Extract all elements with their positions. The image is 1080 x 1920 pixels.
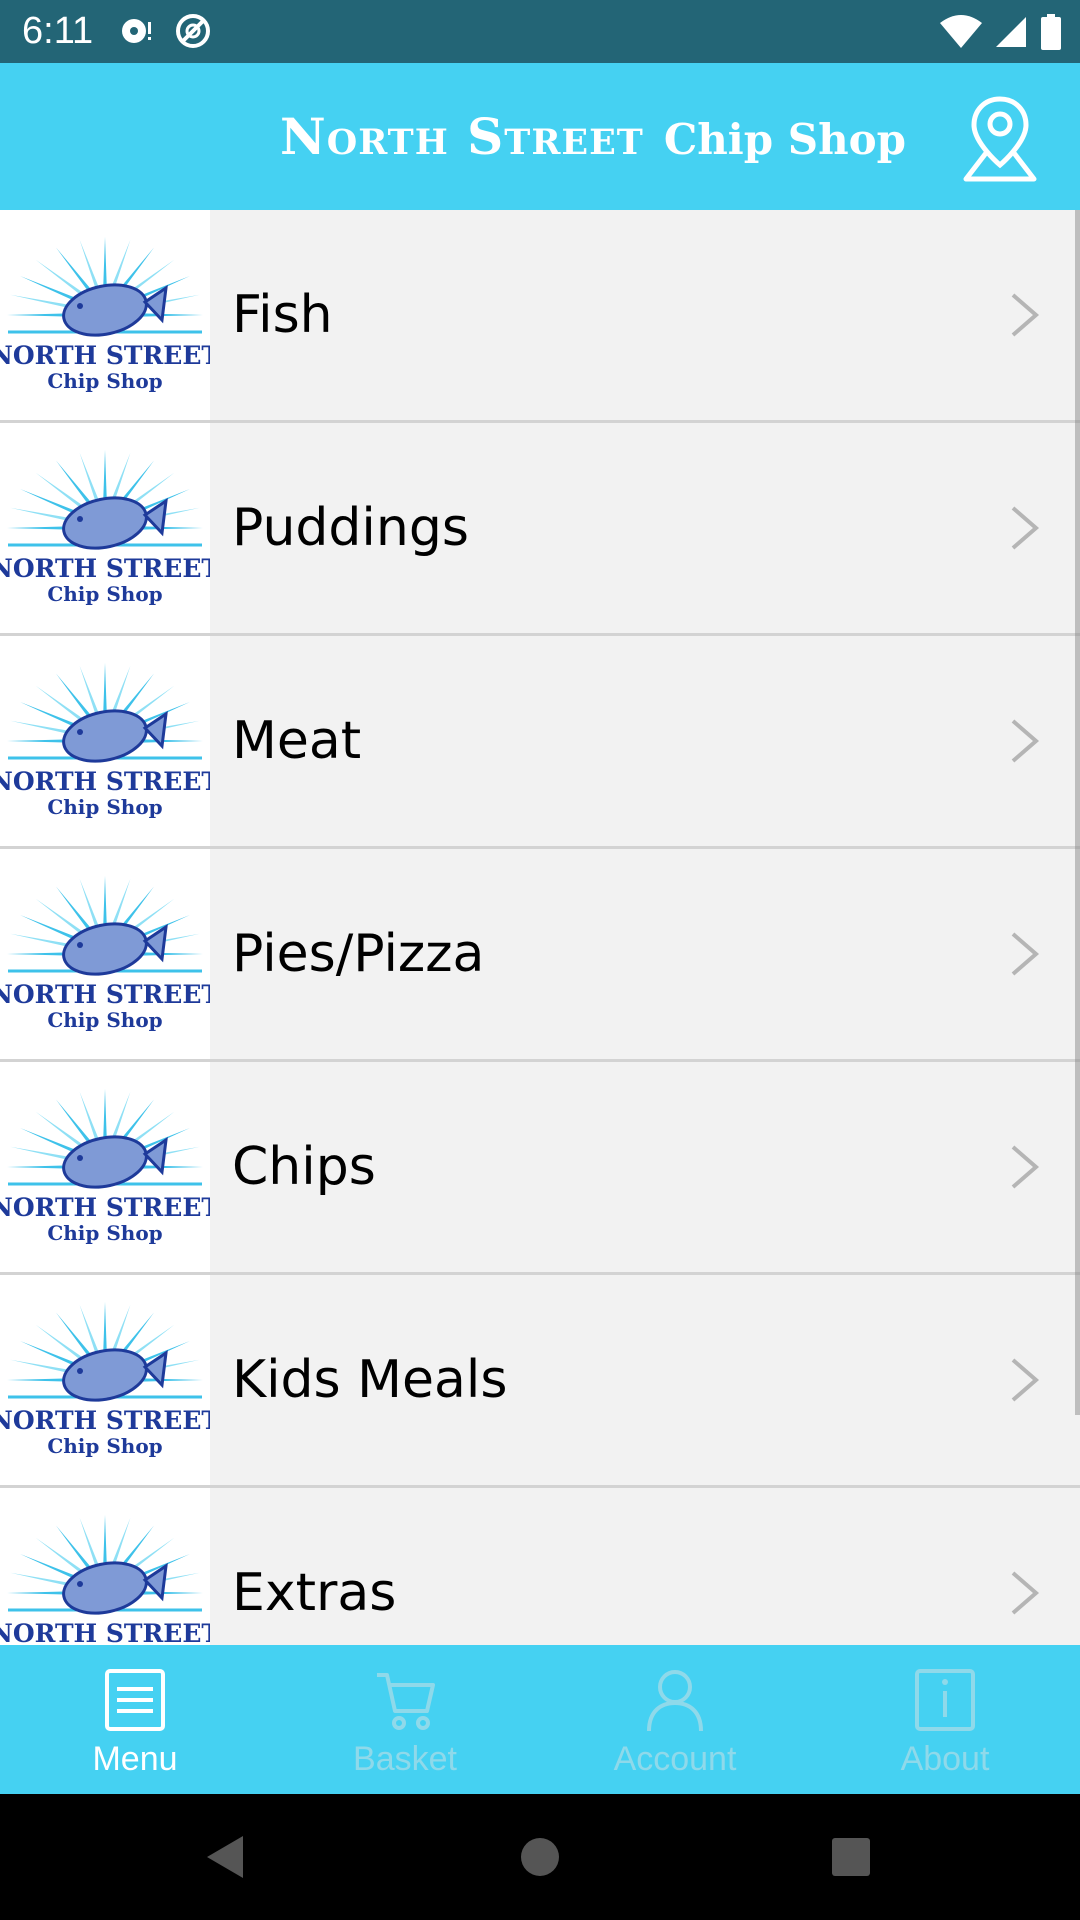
- nav-about-label: About: [900, 1740, 990, 1778]
- nav-menu[interactable]: Menu: [0, 1645, 270, 1794]
- svg-text:Chip Shop: Chip Shop: [47, 369, 162, 393]
- menu-item-label: Fish: [232, 285, 333, 345]
- menu-item-meat[interactable]: NORTH STREET Chip Shop Meat: [0, 636, 1080, 849]
- nav-about[interactable]: About: [810, 1645, 1080, 1794]
- svg-text:NORTH STREET: NORTH STREET: [0, 1193, 210, 1222]
- svg-text:Chip Shop: Chip Shop: [47, 582, 162, 606]
- scrollbar[interactable]: [1075, 210, 1080, 1415]
- sync-icon: [176, 14, 210, 48]
- chevron-right-icon: [1010, 292, 1040, 338]
- svg-text:NORTH STREET: NORTH STREET: [0, 767, 210, 796]
- notification-icon: [122, 19, 151, 43]
- map-pin-icon[interactable]: [956, 93, 1044, 183]
- menu-item-chips[interactable]: NORTH STREET Chip Shop Chips: [0, 1062, 1080, 1275]
- menu-item-label: Puddings: [232, 498, 469, 558]
- menu-item-logo: NORTH STREETChip Shop: [0, 849, 220, 1059]
- chevron-right-icon: [1010, 718, 1040, 764]
- chevron-right-icon: [1010, 1144, 1040, 1190]
- cart-icon: [377, 1673, 435, 1730]
- menu-list-icon: [105, 1669, 165, 1731]
- nav-menu-label: Menu: [92, 1740, 178, 1778]
- bottom-nav: Menu Basket Account About: [0, 1645, 1080, 1794]
- menu-item-logo: NORTH STREETChip Shop: [0, 636, 220, 846]
- brand-title: North Street Chip Shop: [280, 107, 906, 167]
- nav-basket[interactable]: Basket: [270, 1645, 540, 1794]
- nav-account[interactable]: Account: [540, 1645, 810, 1794]
- menu-item-label: Pies/Pizza: [232, 924, 485, 984]
- menu-item-kids-meals[interactable]: NORTH STREET Chip Shop Kids Meals: [0, 1275, 1080, 1488]
- menu-item-label: Kids Meals: [232, 1350, 508, 1410]
- home-icon[interactable]: [520, 1837, 560, 1877]
- chevron-right-icon: [1010, 931, 1040, 977]
- menu-item-extras[interactable]: NORTH STREETChip Shop Extras: [0, 1488, 1080, 1645]
- svg-text:Chip Shop: Chip Shop: [47, 1221, 162, 1245]
- back-icon[interactable]: [205, 1834, 245, 1880]
- menu-item-label: Extras: [232, 1563, 397, 1623]
- menu-item-logo: NORTH STREETChip Shop: [0, 1488, 220, 1645]
- cell-signal-icon: [996, 17, 1026, 47]
- menu-item-label: Meat: [232, 711, 362, 771]
- svg-text:NORTH STREET: NORTH STREET: [0, 980, 210, 1009]
- nav-basket-label: Basket: [353, 1740, 457, 1778]
- brand-main: North Street: [280, 107, 644, 166]
- status-icons-left: [120, 8, 212, 54]
- svg-text:NORTH STREET: NORTH STREET: [0, 341, 210, 370]
- menu-item-pies-pizza[interactable]: NORTH STREET Chip Shop Pies/Pizza: [0, 849, 1080, 1062]
- menu-item-puddings[interactable]: NORTH STREET Chip Shop Puddings: [0, 423, 1080, 636]
- menu-item-fish[interactable]: NORTH STREET Chip Shop Fish: [0, 210, 1080, 423]
- svg-text:NORTH STREET: NORTH STREET: [0, 1619, 210, 1645]
- brand-sub: Chip Shop: [663, 115, 906, 164]
- user-icon: [647, 1670, 703, 1732]
- chevron-right-icon: [1010, 1357, 1040, 1403]
- wifi-icon: [940, 15, 982, 48]
- status-time: 6:11: [22, 10, 94, 52]
- menu-item-logo: NORTH STREETChip Shop: [0, 1062, 220, 1272]
- svg-text:Chip Shop: Chip Shop: [47, 1434, 162, 1458]
- menu-list: NORTH STREET Chip Shop Fish NORTH STREET C…: [0, 210, 1080, 1645]
- recents-icon[interactable]: [831, 1837, 871, 1877]
- svg-text:Chip Shop: Chip Shop: [47, 795, 162, 819]
- status-icons-right: [940, 10, 1062, 54]
- app-header: North Street Chip Shop: [0, 63, 1080, 210]
- menu-item-label: Chips: [232, 1137, 376, 1197]
- chevron-right-icon: [1010, 1570, 1040, 1616]
- chevron-right-icon: [1010, 505, 1040, 551]
- menu-item-logo: NORTH STREETChip Shop: [0, 423, 220, 633]
- menu-item-logo: NORTH STREETChip Shop: [0, 1275, 220, 1485]
- svg-text:Chip Shop: Chip Shop: [47, 1008, 162, 1032]
- battery-icon: [1041, 14, 1061, 50]
- status-bar: 6:11: [0, 0, 1080, 63]
- info-icon: [915, 1669, 975, 1731]
- nav-account-label: Account: [613, 1740, 737, 1778]
- menu-item-logo: NORTH STREETChip Shop: [0, 210, 220, 420]
- android-nav-bar: [0, 1794, 1080, 1920]
- svg-text:NORTH STREET: NORTH STREET: [0, 1406, 210, 1435]
- svg-text:NORTH STREET: NORTH STREET: [0, 554, 210, 583]
